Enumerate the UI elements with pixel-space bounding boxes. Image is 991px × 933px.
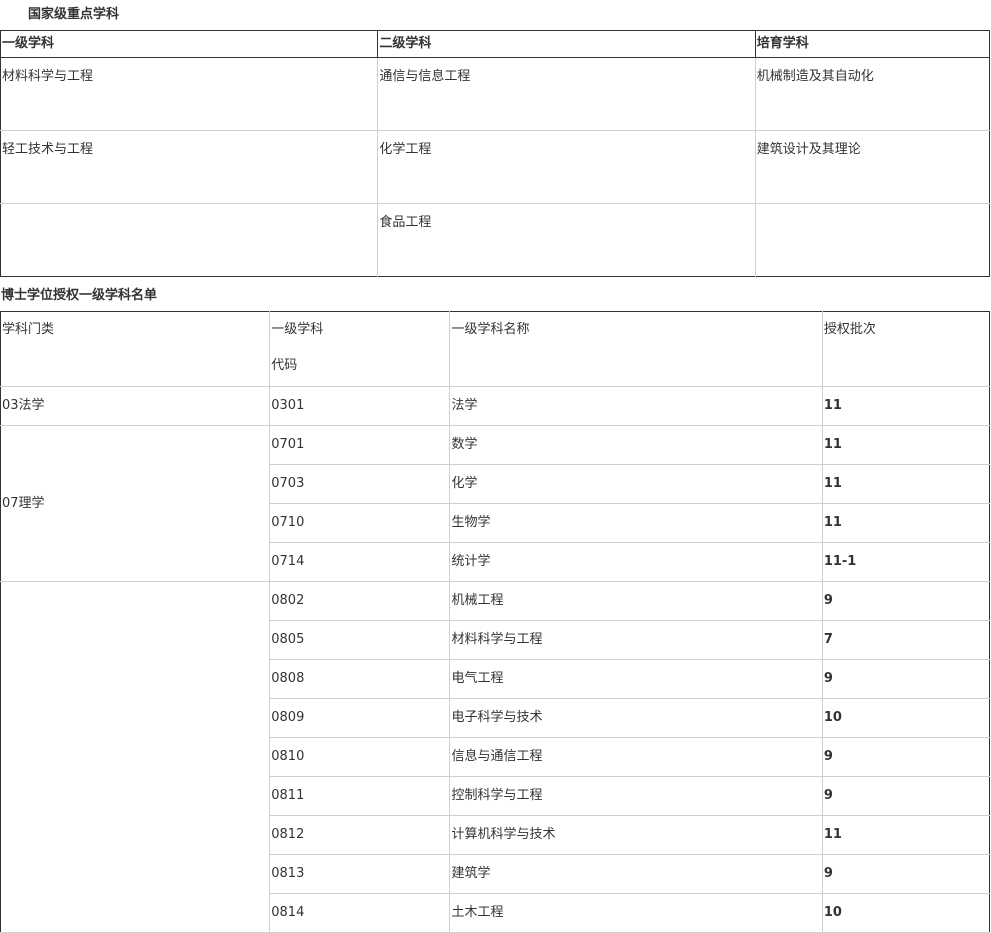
batch-value: 9 <box>823 671 833 686</box>
batch-cell: 9 <box>822 854 990 894</box>
code-cell: 0811 <box>269 776 451 816</box>
table-row: 07理学 0701 数学 11 <box>0 425 990 582</box>
header-name: 一级学科名称 <box>449 311 823 387</box>
batch-cell: 9 <box>822 776 990 816</box>
doctoral-disciplines-title: 博士学位授权一级学科名单 <box>1 288 158 303</box>
batch-cell: 7 <box>822 620 990 660</box>
code-cell: 0802 <box>269 581 451 621</box>
batch-value: 9 <box>823 788 833 803</box>
table-header-row: 学科门类 一级学科 代码 一级学科名称 授权批次 <box>0 311 990 387</box>
name-cell: 计算机科学与技术 <box>449 815 823 855</box>
name-cell: 控制科学与工程 <box>449 776 823 816</box>
batch-cell: 11-1 <box>822 542 990 582</box>
batch-cell: 10 <box>822 893 990 933</box>
batch-cell: 11 <box>822 503 990 543</box>
table-cell: 材料科学与工程 <box>0 57 379 131</box>
batch-value: 10 <box>823 905 842 920</box>
batch-value: 11 <box>823 437 842 452</box>
code-cell: 0703 <box>269 464 451 504</box>
code-cell: 0810 <box>269 737 451 777</box>
code-cell: 0812 <box>269 815 451 855</box>
name-cell: 信息与通信工程 <box>449 737 823 777</box>
code-cell: 0701 <box>269 425 451 465</box>
name-cell: 材料科学与工程 <box>449 620 823 660</box>
batch-cell: 10 <box>822 698 990 738</box>
category-cell: 03法学 <box>0 386 271 426</box>
table-row: 0802 机械工程 9 <box>0 581 990 933</box>
header-code: 一级学科 代码 <box>269 311 451 387</box>
code-cell: 0714 <box>269 542 451 582</box>
header-batch: 授权批次 <box>822 311 990 387</box>
key-disciplines-table: 一级学科 二级学科 培育学科 材料科学与工程 通信与信息工程 机械制造及其自动化… <box>0 30 991 277</box>
batch-cell: 11 <box>822 815 990 855</box>
code-cell: 0805 <box>269 620 451 660</box>
code-cell: 0814 <box>269 893 451 933</box>
code-cell: 0301 <box>269 386 451 426</box>
code-cell: 0808 <box>269 659 451 699</box>
batch-value: 11 <box>823 398 842 413</box>
key-disciplines-title: 国家级重点学科 <box>28 7 120 22</box>
batch-cell: 11 <box>822 464 990 504</box>
category-cell: 07理学 <box>0 425 271 582</box>
header-second-level: 二级学科 <box>377 30 756 58</box>
batch-cell: 11 <box>822 386 990 426</box>
table-cell <box>755 204 989 277</box>
name-cell: 土木工程 <box>449 893 823 933</box>
table-cell: 通信与信息工程 <box>377 57 756 131</box>
name-cell: 法学 <box>449 386 823 426</box>
name-cell: 化学 <box>449 464 823 504</box>
name-cell: 生物学 <box>449 503 823 543</box>
code-cell: 0710 <box>269 503 451 543</box>
batch-value: 9 <box>823 866 833 881</box>
code-cell: 0813 <box>269 854 451 894</box>
batch-value: 11-1 <box>823 554 857 569</box>
batch-value: 10 <box>823 710 842 725</box>
batch-value: 7 <box>823 632 833 647</box>
batch-value: 11 <box>823 476 842 491</box>
header-first-level: 一级学科 <box>0 30 379 58</box>
table-cell: 化学工程 <box>377 130 756 204</box>
table-header-row: 一级学科 二级学科 培育学科 <box>0 30 991 58</box>
header-cultivation: 培育学科 <box>755 30 991 58</box>
name-cell: 统计学 <box>449 542 823 582</box>
table-row: 轻工技术与工程 化学工程 建筑设计及其理论 <box>0 130 990 204</box>
batch-cell: 9 <box>822 581 990 621</box>
table-cell: 轻工技术与工程 <box>0 130 379 204</box>
category-cell <box>0 581 271 933</box>
table-cell: 建筑设计及其理论 <box>755 130 990 204</box>
table-row: 食品工程 <box>0 203 990 277</box>
batch-cell: 9 <box>822 659 990 699</box>
doctoral-disciplines-table: 学科门类 一级学科 代码 一级学科名称 授权批次 03法学 0301 法学 11 07理学… <box>0 311 990 933</box>
batch-value: 11 <box>823 515 842 530</box>
name-cell: 数学 <box>449 425 823 465</box>
batch-cell: 9 <box>822 737 990 777</box>
name-cell: 电气工程 <box>449 659 823 699</box>
batch-value: 9 <box>823 749 833 764</box>
table-cell: 食品工程 <box>377 203 756 277</box>
table-row: 03法学 0301 法学 11 <box>0 386 990 426</box>
name-cell: 机械工程 <box>449 581 823 621</box>
table-cell <box>0 203 379 277</box>
batch-value: 11 <box>823 827 842 842</box>
name-cell: 建筑学 <box>449 854 823 894</box>
header-category: 学科门类 <box>0 311 271 387</box>
table-row: 材料科学与工程 通信与信息工程 机械制造及其自动化 <box>0 57 990 131</box>
batch-value: 9 <box>823 593 833 608</box>
code-cell: 0809 <box>269 698 451 738</box>
name-cell: 电子科学与技术 <box>449 698 823 738</box>
table-cell: 机械制造及其自动化 <box>755 57 990 131</box>
batch-cell: 11 <box>822 425 990 465</box>
